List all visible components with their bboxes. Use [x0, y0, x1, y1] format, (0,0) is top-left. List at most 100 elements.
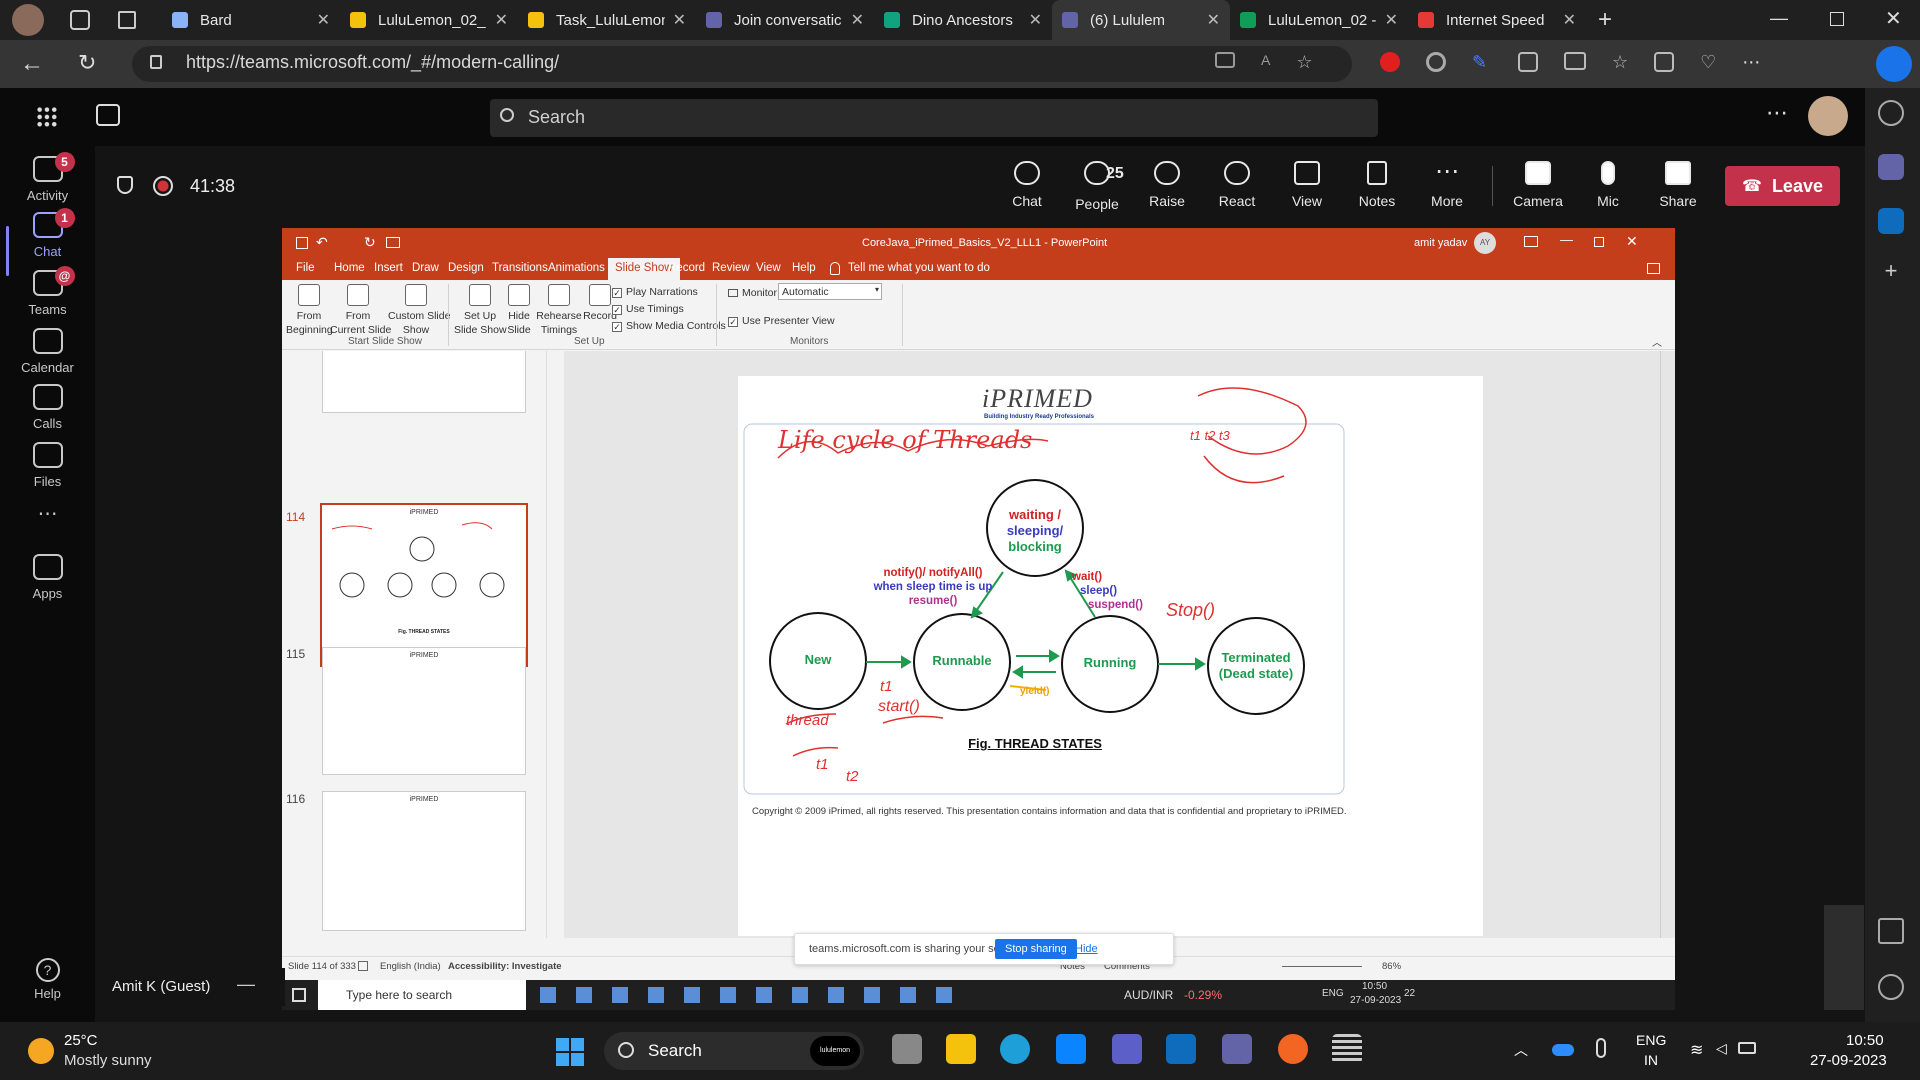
- tray-chevron-icon[interactable]: ︿: [1514, 1040, 1528, 1060]
- presenter-view-checkbox[interactable]: ✓ Use Presenter View: [728, 315, 835, 327]
- ppt-tab-animations[interactable]: Animations: [548, 262, 605, 274]
- read-aloud-icon[interactable]: A: [1261, 52, 1270, 73]
- battery-icon[interactable]: [1738, 1042, 1756, 1054]
- setup-show-button[interactable]: Set Up Slide Show: [454, 284, 507, 337]
- rail-item-more[interactable]: ⋯: [0, 496, 95, 524]
- favorites-icon[interactable]: ☆: [1612, 52, 1628, 73]
- refresh-icon[interactable]: ↻: [78, 50, 96, 76]
- ppt-close-button[interactable]: ✕: [1626, 233, 1638, 250]
- mic-button[interactable]: Mic: [1573, 161, 1643, 209]
- stop-sharing-button[interactable]: Stop sharing: [995, 939, 1077, 959]
- rail-item-apps[interactable]: Apps: [0, 554, 95, 601]
- close-window-button[interactable]: ✕: [1885, 6, 1902, 31]
- new-tab-button[interactable]: +: [1598, 6, 1612, 34]
- sidebar-copilot-icon[interactable]: [1878, 154, 1904, 180]
- custom-show-button[interactable]: Custom Slide Show: [388, 284, 450, 337]
- proofing-icon[interactable]: [358, 961, 368, 971]
- monitor-select[interactable]: Automatic ▾: [778, 283, 882, 300]
- ppt-tab-design[interactable]: Design: [448, 262, 484, 274]
- tray-lang-2[interactable]: IN: [1644, 1052, 1658, 1068]
- browser-tab[interactable]: Bard ✕: [162, 0, 340, 40]
- zoom-slider[interactable]: [1282, 966, 1362, 967]
- sidebar-add-icon[interactable]: +: [1878, 258, 1904, 284]
- taskbar-search-box[interactable]: Search lululemon: [604, 1032, 864, 1070]
- remote-search-box[interactable]: Type here to search: [318, 980, 526, 1010]
- start-from-beginning-icon[interactable]: [386, 237, 400, 248]
- more-options-icon[interactable]: ⋯: [1766, 100, 1788, 126]
- sidebar-settings-icon[interactable]: [1878, 974, 1904, 1000]
- workspaces-icon[interactable]: [70, 10, 90, 30]
- collapse-ribbon-icon[interactable]: ︿: [1652, 334, 1662, 349]
- help-button[interactable]: ? Help: [0, 958, 95, 1001]
- close-tab-icon[interactable]: ✕: [673, 10, 686, 30]
- ppt-tab-file[interactable]: File: [296, 262, 315, 274]
- minimize-button[interactable]: —: [1770, 8, 1788, 29]
- extensions-icon[interactable]: [1518, 52, 1538, 72]
- wifi-icon[interactable]: ≋: [1690, 1040, 1703, 1060]
- thumbs-scrollbar[interactable]: [546, 351, 556, 938]
- browser-tab[interactable]: Task_LuluLemon ✕: [518, 0, 696, 40]
- rail-item-activity[interactable]: 5 Activity: [0, 152, 95, 203]
- notes-button[interactable]: Notes: [1342, 161, 1412, 209]
- remote-lang[interactable]: ENG: [1322, 988, 1344, 999]
- remote-start-icon[interactable]: [292, 988, 306, 1002]
- ppt-minimize-button[interactable]: —: [1560, 232, 1573, 247]
- slide-scrollbar[interactable]: [1660, 351, 1672, 938]
- accessibility-status[interactable]: Accessibility: Investigate: [448, 961, 562, 972]
- app-icon-striped[interactable]: [1332, 1034, 1362, 1064]
- rehearse-button[interactable]: Rehearse Timings: [536, 284, 582, 337]
- ppt-tab-record[interactable]: Record: [668, 262, 705, 274]
- task-view-icon[interactable]: [892, 1034, 922, 1064]
- slide-thumbnail-116[interactable]: iPRIMED: [322, 791, 526, 931]
- onedrive-icon[interactable]: [1552, 1044, 1574, 1056]
- more-button[interactable]: ⋯ More: [1412, 160, 1482, 210]
- rail-item-teams[interactable]: @ Teams: [0, 266, 95, 317]
- from-beginning-button[interactable]: From Beginning: [286, 284, 333, 337]
- teams-taskbar-icon[interactable]: [1222, 1034, 1252, 1064]
- mic-tray-icon[interactable]: [1596, 1038, 1606, 1058]
- performance-icon[interactable]: ♡: [1700, 52, 1716, 73]
- slide-canvas[interactable]: iPRIMED Building Industry Ready Professi…: [738, 376, 1483, 936]
- rail-item-files[interactable]: Files: [0, 442, 95, 489]
- ppt-tab-view[interactable]: View: [756, 262, 781, 274]
- ppt-maximize-button[interactable]: [1594, 237, 1604, 247]
- play-narrations-checkbox[interactable]: ✓ Play Narrations: [612, 286, 698, 298]
- split-screen-icon[interactable]: [1564, 52, 1586, 70]
- tray-lang-1[interactable]: ENG: [1636, 1032, 1666, 1048]
- app-launcher-icon[interactable]: [36, 106, 58, 128]
- share-button[interactable]: Share: [1643, 161, 1713, 209]
- camera-button[interactable]: Camera: [1503, 161, 1573, 209]
- close-tab-icon[interactable]: ✕: [1563, 10, 1576, 30]
- close-tab-icon[interactable]: ✕: [317, 10, 330, 30]
- browser-tab[interactable]: LuluLemon_02 - ✕: [1230, 0, 1408, 40]
- close-tab-icon[interactable]: ✕: [1029, 10, 1042, 30]
- back-icon[interactable]: ←: [20, 50, 44, 78]
- chat-button[interactable]: Chat: [992, 161, 1062, 209]
- hide-slide-button[interactable]: Hide Slide: [504, 284, 534, 337]
- weather-icon[interactable]: [28, 1038, 54, 1064]
- leave-button[interactable]: ☎ Leave: [1725, 166, 1840, 206]
- close-tab-icon[interactable]: ✕: [851, 10, 864, 30]
- use-timings-checkbox[interactable]: ✓ Use Timings: [612, 303, 684, 315]
- redo-icon[interactable]: ↻: [364, 234, 376, 251]
- comments-icon[interactable]: [1647, 263, 1660, 274]
- slide-thumbnail-114[interactable]: iPRIMED Fig. THREAD STATES: [320, 503, 528, 667]
- show-media-checkbox[interactable]: ✓ Show Media Controls: [612, 320, 726, 332]
- app-icon-purple[interactable]: [1112, 1034, 1142, 1064]
- browser-menu-icon[interactable]: ⋯: [1742, 52, 1760, 73]
- slide-thumbnail-113[interactable]: [322, 351, 526, 413]
- volume-icon[interactable]: ◁: [1716, 1040, 1727, 1057]
- people-button[interactable]: 25 People: [1062, 161, 1132, 212]
- remote-notification-badge[interactable]: 22: [1404, 988, 1415, 999]
- ppt-tab-help[interactable]: Help: [792, 262, 816, 274]
- clock-date[interactable]: 27-09-2023: [1810, 1052, 1887, 1069]
- ppt-tab-review[interactable]: Review: [712, 262, 750, 274]
- slide-thumbnail-115[interactable]: iPRIMED: [322, 647, 526, 775]
- clock-time[interactable]: 10:50: [1846, 1032, 1884, 1049]
- collections-icon[interactable]: [1654, 52, 1675, 72]
- camera-permission-icon[interactable]: [1215, 52, 1235, 68]
- close-tab-icon[interactable]: ✕: [1207, 10, 1220, 30]
- extension-red-icon[interactable]: [1380, 52, 1400, 72]
- ppt-tab-home[interactable]: Home: [334, 262, 365, 274]
- bing-copilot-icon[interactable]: [1876, 46, 1912, 82]
